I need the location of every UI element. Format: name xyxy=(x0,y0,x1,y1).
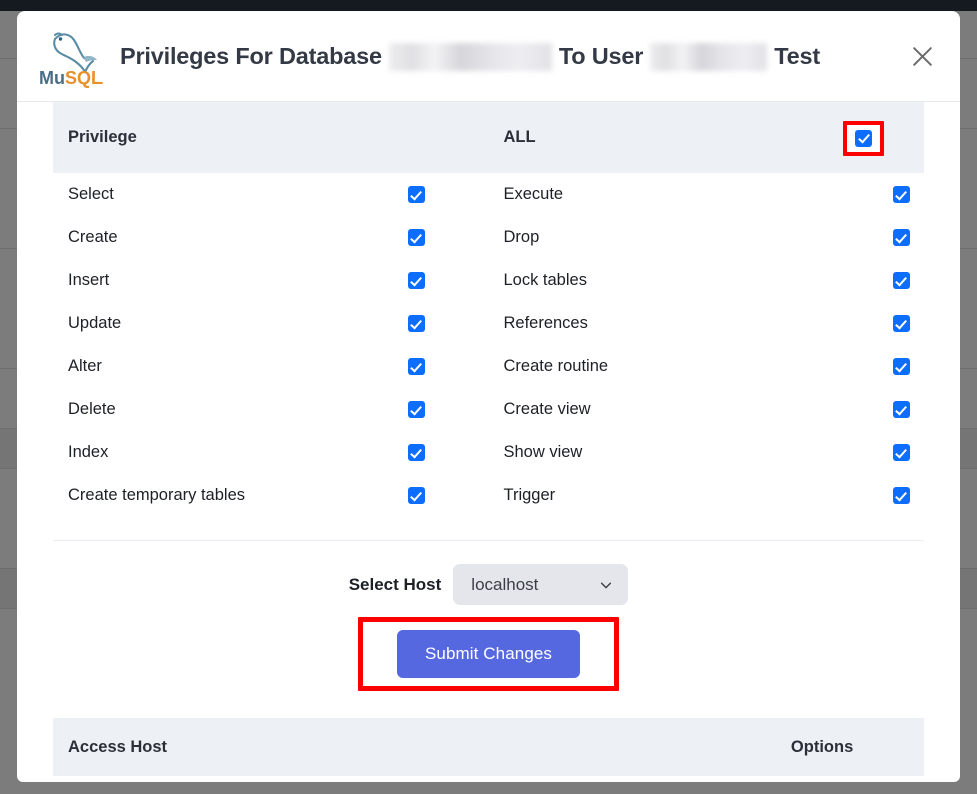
privilege-label-left: Delete xyxy=(53,388,393,431)
select-host-row: Select Host localhost xyxy=(53,564,924,605)
privileges-table-head: Privilege ALL xyxy=(53,102,924,173)
privilege-checkbox-cell-right xyxy=(828,431,924,474)
access-host-value: localhost xyxy=(53,776,776,782)
select-host-wrapper: localhost xyxy=(453,564,628,605)
privileges-table: Privilege ALL SelectExecuteCreateDropIns… xyxy=(53,102,924,517)
privilege-label-right: Lock tables xyxy=(488,259,828,302)
privilege-label-right: Show view xyxy=(488,431,828,474)
redacted-user-name xyxy=(650,43,767,71)
privilege-checkbox-insert[interactable] xyxy=(408,272,425,289)
privilege-checkbox-trigger[interactable] xyxy=(893,487,910,504)
privilege-checkbox-cell-right xyxy=(828,173,924,216)
privileges-modal: Mu SQL . Privileges For Database To User… xyxy=(17,11,960,782)
privilege-label-left: Update xyxy=(53,302,393,345)
privilege-label-left: Select xyxy=(53,173,393,216)
annotation-box-submit-button: Submit Changes xyxy=(358,617,619,691)
access-host-table-body: localhost xyxy=(53,776,924,782)
privilege-checkbox-create[interactable] xyxy=(408,229,425,246)
privilege-checkbox-lock-tables[interactable] xyxy=(893,272,910,289)
modal-title: Privileges For Database To User Test xyxy=(120,42,895,70)
svg-text:SQL: SQL xyxy=(65,68,102,88)
privilege-row: Select Execute xyxy=(53,173,924,216)
modal-body: Privilege ALL SelectExecuteCreateDropIns… xyxy=(17,102,960,782)
privilege-label-left: Index xyxy=(53,431,393,474)
privilege-label-left: Create xyxy=(53,216,393,259)
privilege-checkbox-create-routine[interactable] xyxy=(893,358,910,375)
column-header-all-checkbox-cell xyxy=(828,102,924,173)
privilege-label-right: Drop xyxy=(488,216,828,259)
privilege-row: Delete Create view xyxy=(53,388,924,431)
column-header-access-host: Access Host xyxy=(53,718,776,776)
access-host-options-cell xyxy=(776,776,924,782)
privilege-checkbox-alter[interactable] xyxy=(408,358,425,375)
privilege-checkbox-create-view[interactable] xyxy=(893,401,910,418)
privilege-checkbox-cell-left xyxy=(393,302,489,345)
privilege-checkbox-cell-left xyxy=(393,259,489,302)
privilege-checkbox-cell-left xyxy=(393,388,489,431)
privilege-row: Alter Create routine xyxy=(53,345,924,388)
privilege-label-right: Trigger xyxy=(488,474,828,517)
privilege-checkbox-drop[interactable] xyxy=(893,229,910,246)
privilege-checkbox-cell-left xyxy=(393,345,489,388)
privilege-label-left: Insert xyxy=(53,259,393,302)
access-host-header-row: Access Host Options xyxy=(53,718,924,776)
access-host-table: Access Host Options localhost xyxy=(53,718,924,782)
access-host-table-head: Access Host Options xyxy=(53,718,924,776)
privilege-row: Create temporary tables Trigger xyxy=(53,474,924,517)
privilege-label-left: Create temporary tables xyxy=(53,474,393,517)
redacted-database-name xyxy=(389,43,552,71)
privilege-checkbox-create-temporary-tables[interactable] xyxy=(408,487,425,504)
column-header-spacer xyxy=(393,102,489,173)
privilege-row: Update References xyxy=(53,302,924,345)
mysql-logo-icon: Mu SQL . xyxy=(36,27,110,89)
privilege-label-right: Create routine xyxy=(488,345,828,388)
privilege-checkbox-cell-right xyxy=(828,474,924,517)
all-checkbox[interactable] xyxy=(855,130,872,147)
modal-header: Mu SQL . Privileges For Database To User… xyxy=(17,11,960,102)
privilege-label-right: Create view xyxy=(488,388,828,431)
column-header-options: Options xyxy=(776,718,924,776)
privilege-checkbox-cell-right xyxy=(828,388,924,431)
column-header-privilege: Privilege xyxy=(53,102,393,173)
select-host-dropdown[interactable]: localhost xyxy=(453,564,628,605)
privilege-label-left: Alter xyxy=(53,345,393,388)
title-suffix-text: Test xyxy=(774,43,820,70)
submit-area: Submit Changes xyxy=(53,617,924,691)
privilege-label-right: Execute xyxy=(488,173,828,216)
privilege-row: Insert Lock tables xyxy=(53,259,924,302)
privileges-divider xyxy=(53,540,924,541)
privilege-checkbox-index[interactable] xyxy=(408,444,425,461)
privilege-checkbox-cell-right xyxy=(828,216,924,259)
privilege-checkbox-cell-left xyxy=(393,474,489,517)
svg-text:.: . xyxy=(100,72,104,87)
privilege-checkbox-cell-right xyxy=(828,345,924,388)
select-host-label: Select Host xyxy=(349,575,442,595)
privilege-checkbox-update[interactable] xyxy=(408,315,425,332)
privilege-label-right: References xyxy=(488,302,828,345)
privilege-checkbox-cell-left xyxy=(393,431,489,474)
title-middle-text: To User xyxy=(559,43,643,70)
app-topbar xyxy=(0,0,977,11)
column-header-all: ALL xyxy=(488,102,828,173)
privileges-table-body: Select Execute Create Drop Insert Lock tables… xyxy=(53,173,924,517)
close-icon[interactable] xyxy=(905,39,939,73)
submit-changes-button[interactable]: Submit Changes xyxy=(397,630,580,678)
svg-text:Mu: Mu xyxy=(39,68,65,88)
annotation-box-all-checkbox xyxy=(843,121,884,156)
privilege-checkbox-cell-left xyxy=(393,216,489,259)
access-host-row: localhost xyxy=(53,776,924,782)
privileges-header-row: Privilege ALL xyxy=(53,102,924,173)
privilege-checkbox-references[interactable] xyxy=(893,315,910,332)
privilege-checkbox-select[interactable] xyxy=(408,186,425,203)
privilege-checkbox-cell-right xyxy=(828,259,924,302)
title-prefix-text: Privileges For Database xyxy=(120,43,382,70)
privilege-row: Index Show view xyxy=(53,431,924,474)
privilege-row: Create Drop xyxy=(53,216,924,259)
privilege-checkbox-cell-right xyxy=(828,302,924,345)
privilege-checkbox-delete[interactable] xyxy=(408,401,425,418)
privilege-checkbox-show-view[interactable] xyxy=(893,444,910,461)
privilege-checkbox-cell-left xyxy=(393,173,489,216)
privilege-checkbox-execute[interactable] xyxy=(893,186,910,203)
